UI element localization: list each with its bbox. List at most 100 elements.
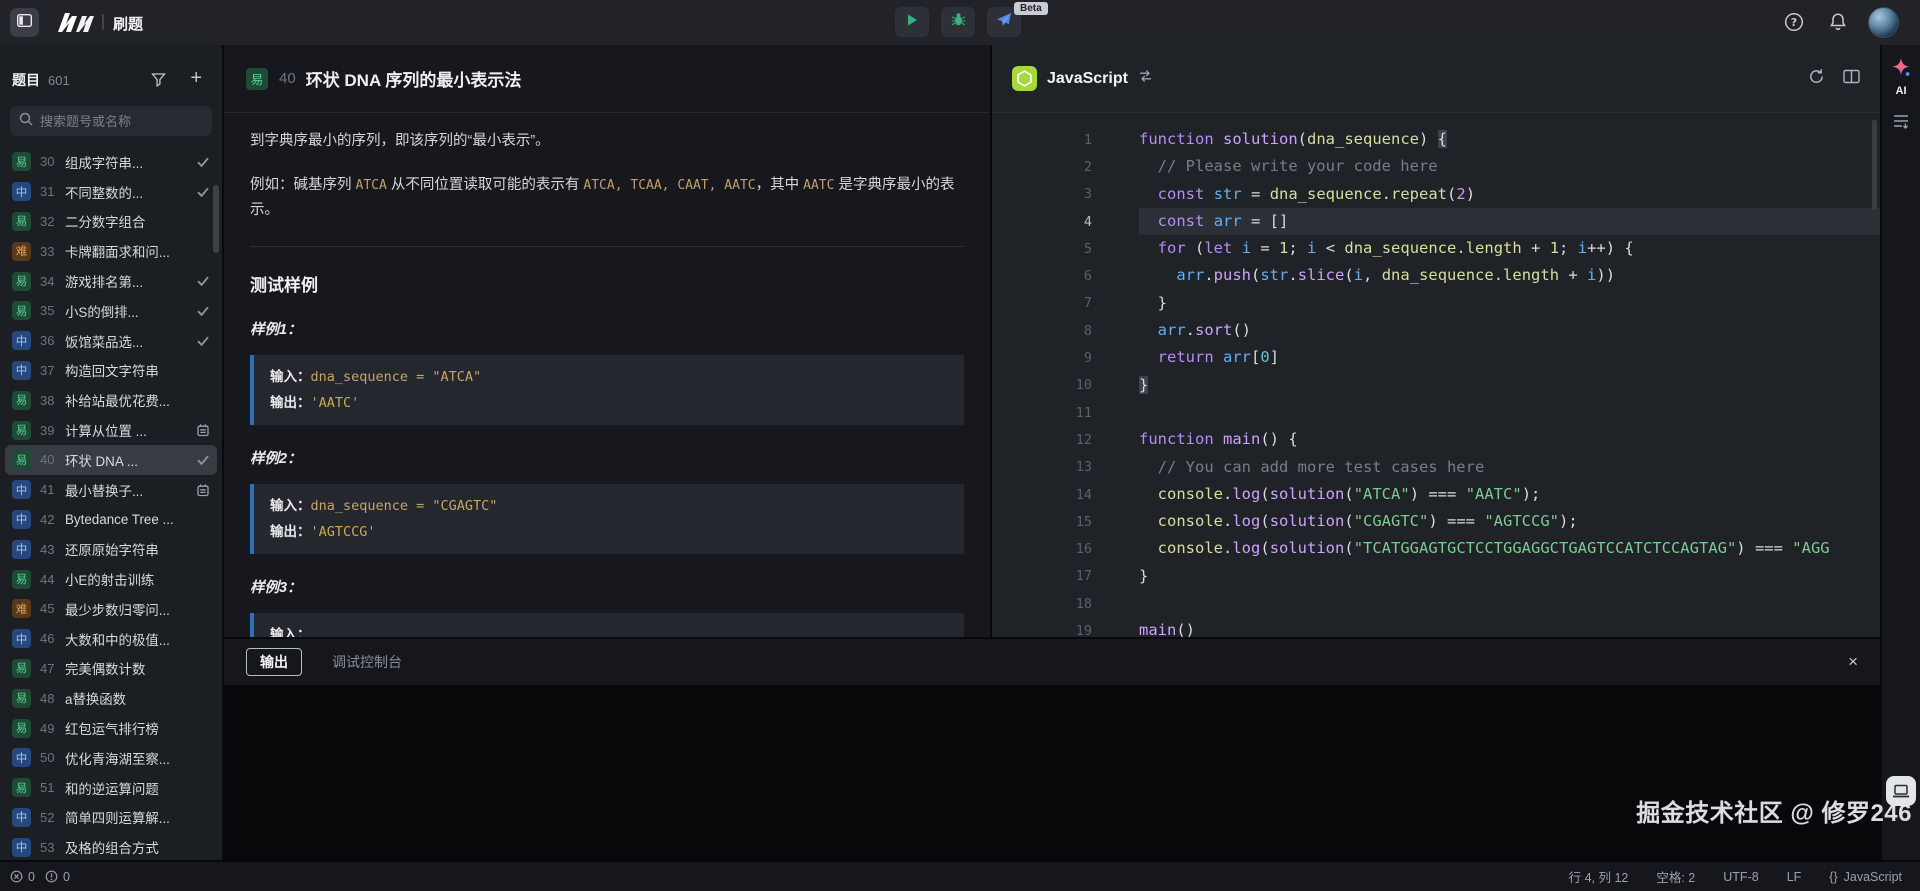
problem-list-item[interactable]: 中42Bytedance Tree ... <box>0 505 222 535</box>
notification-bell-icon[interactable] <box>1828 12 1848 37</box>
difficulty-badge: 中 <box>12 838 31 857</box>
problem-list-item[interactable]: 易30组成字符串... <box>0 147 222 177</box>
code-line[interactable]: 13 // You can add more test cases here <box>992 454 1880 481</box>
problem-list-item[interactable]: 中36饭馆菜品选... <box>0 326 222 356</box>
code-line[interactable]: 12function main() { <box>992 426 1880 453</box>
debug-button[interactable] <box>941 7 975 37</box>
problem-list-item[interactable]: 易38补给站最优花费... <box>0 385 222 415</box>
run-button[interactable] <box>895 7 929 37</box>
code-text <box>1139 399 1880 426</box>
code-text: } <box>1139 372 1880 399</box>
line-number: 3 <box>992 186 1106 202</box>
search-input[interactable] <box>40 114 200 129</box>
code-line[interactable]: 18 <box>992 590 1880 617</box>
problem-list-item[interactable]: 易39计算从位置 ... <box>0 415 222 445</box>
tab-output[interactable]: 输出 <box>246 648 302 676</box>
problem-list-item[interactable]: 中53及格的组合方式 <box>0 832 222 860</box>
problem-title: 简单四则运算解... <box>65 807 170 827</box>
problem-list-item[interactable]: 易51和的逆运算问题 <box>0 773 222 803</box>
code-line[interactable]: 16 console.log(solution("TCATGGAGTGCTCCT… <box>992 535 1880 562</box>
problem-list-item[interactable]: 中52简单四则运算解... <box>0 803 222 833</box>
sidebar-toggle-button[interactable] <box>10 8 39 37</box>
problem-list-item[interactable]: 中31不同整数的... <box>0 177 222 207</box>
problem-list-item[interactable]: 中43还原原始字符串 <box>0 534 222 564</box>
sample-output: 输出：'AGTCCG' <box>270 519 948 545</box>
code-line[interactable]: 8 arr.sort() <box>992 317 1880 344</box>
code-text: main() <box>1139 617 1880 637</box>
code-line[interactable]: 4 const arr = [] <box>992 208 1880 235</box>
code-line[interactable]: 15 console.log(solution("CGAGTC") === "A… <box>992 508 1880 535</box>
code-line[interactable]: 17} <box>992 563 1880 590</box>
code-text: console.log(solution("CGAGTC") === "AGTC… <box>1139 508 1880 535</box>
description-text: 例如：碱基序列 <box>250 177 356 193</box>
problem-title: 最少步数归零问... <box>65 599 170 619</box>
problem-list-item[interactable]: 易34游戏排名第... <box>0 266 222 296</box>
code-line[interactable]: 5 for (let i = 1; i < dna_sequence.lengt… <box>992 235 1880 262</box>
problem-title: 小S的倒排... <box>65 301 139 321</box>
problem-list-item[interactable]: 难45最少步数归零问... <box>0 594 222 624</box>
sidebar-scrollbar[interactable] <box>213 185 219 253</box>
cursor-position[interactable]: 行 4, 列 12 <box>1569 867 1629 886</box>
code-line[interactable]: 3 const str = dna_sequence.repeat(2) <box>992 181 1880 208</box>
difficulty-badge: 易 <box>246 68 268 90</box>
close-icon[interactable]: × <box>1848 652 1858 672</box>
filter-button[interactable] <box>151 72 166 92</box>
queue-icon[interactable] <box>1892 113 1910 134</box>
code-line[interactable]: 6 arr.push(str.slice(i, dna_sequence.len… <box>992 262 1880 289</box>
layout-split-icon[interactable] <box>1843 69 1860 89</box>
problem-list-item[interactable]: 易44小E的射击训练 <box>0 564 222 594</box>
problem-title: 饭馆菜品选... <box>65 331 143 351</box>
output-tab-bar: 输出 调试控制台 × <box>224 639 1880 685</box>
sample-heading: 样例1： <box>250 318 964 339</box>
marscode-logo-icon[interactable] <box>54 10 96 39</box>
problem-list-item[interactable]: 中37构造回文字符串 <box>0 356 222 386</box>
language-mode[interactable]: {} JavaScript <box>1829 870 1902 884</box>
editor-scrollbar[interactable] <box>1872 120 1877 210</box>
eol-setting[interactable]: LF <box>1787 870 1802 884</box>
add-problem-button[interactable]: + <box>190 67 202 90</box>
tab-debug-console[interactable]: 调试控制台 <box>332 652 402 672</box>
problem-number: 40 <box>279 70 296 87</box>
sample-box: 输入： <box>250 613 964 637</box>
problem-list-item[interactable]: 易32二分数字组合 <box>0 207 222 237</box>
encoding[interactable]: UTF-8 <box>1723 870 1758 884</box>
problem-list-item[interactable]: 难33卡牌翻面求和问... <box>0 236 222 266</box>
reset-code-icon[interactable] <box>1808 68 1825 90</box>
line-number: 9 <box>992 350 1106 366</box>
problem-list-item[interactable]: 中50优化青海湖至察... <box>0 743 222 773</box>
problem-number: 51 <box>40 780 59 795</box>
user-avatar[interactable] <box>1868 7 1899 38</box>
indent-setting[interactable]: 空格: 2 <box>1656 867 1695 886</box>
problem-list-item[interactable]: 中41最小替换子... <box>0 475 222 505</box>
problem-list-item[interactable]: 易48a替换函数 <box>0 683 222 713</box>
problem-list-item[interactable]: 易47完美偶数计数 <box>0 654 222 684</box>
code-line[interactable]: 14 console.log(solution("ATCA") === "AAT… <box>992 481 1880 508</box>
code-line[interactable]: 10} <box>992 372 1880 399</box>
svg-text:?: ? <box>1791 16 1797 29</box>
line-number: 10 <box>992 377 1106 393</box>
help-icon[interactable]: ? <box>1784 12 1804 37</box>
sample-box: 输入：dna_sequence = "ATCA"输出：'AATC' <box>250 355 964 425</box>
code-line[interactable]: 19main() <box>992 617 1880 637</box>
output-console-body <box>224 685 1880 860</box>
problem-list-item[interactable]: 易49红包运气排行榜 <box>0 713 222 743</box>
problem-list-item[interactable]: 中46大数和中的极值... <box>0 624 222 654</box>
code-line[interactable]: 11 <box>992 399 1880 426</box>
search-box[interactable] <box>10 106 212 136</box>
error-icon <box>10 870 23 883</box>
line-number: 14 <box>992 487 1106 503</box>
samples-heading: 测试样例 <box>250 271 964 296</box>
problem-list-item[interactable]: 易40环状 DNA ... <box>5 445 217 475</box>
code-line[interactable]: 7 } <box>992 290 1880 317</box>
warning-counter[interactable]: 0 <box>45 870 70 884</box>
code-line[interactable]: 1function solution(dna_sequence) { <box>992 126 1880 153</box>
code-line[interactable]: 2 // Please write your code here <box>992 153 1880 180</box>
ai-assistant-button[interactable]: AI <box>1882 57 1920 97</box>
code-line[interactable]: 9 return arr[0] <box>992 344 1880 371</box>
problem-list-item[interactable]: 易35小S的倒排... <box>0 296 222 326</box>
error-counter[interactable]: 0 <box>10 870 35 884</box>
code-area[interactable]: 1function solution(dna_sequence) {2 // P… <box>992 113 1880 637</box>
problem-number: 48 <box>40 691 59 706</box>
code-text: return arr[0] <box>1139 344 1880 371</box>
language-switch-icon[interactable] <box>1138 69 1153 88</box>
